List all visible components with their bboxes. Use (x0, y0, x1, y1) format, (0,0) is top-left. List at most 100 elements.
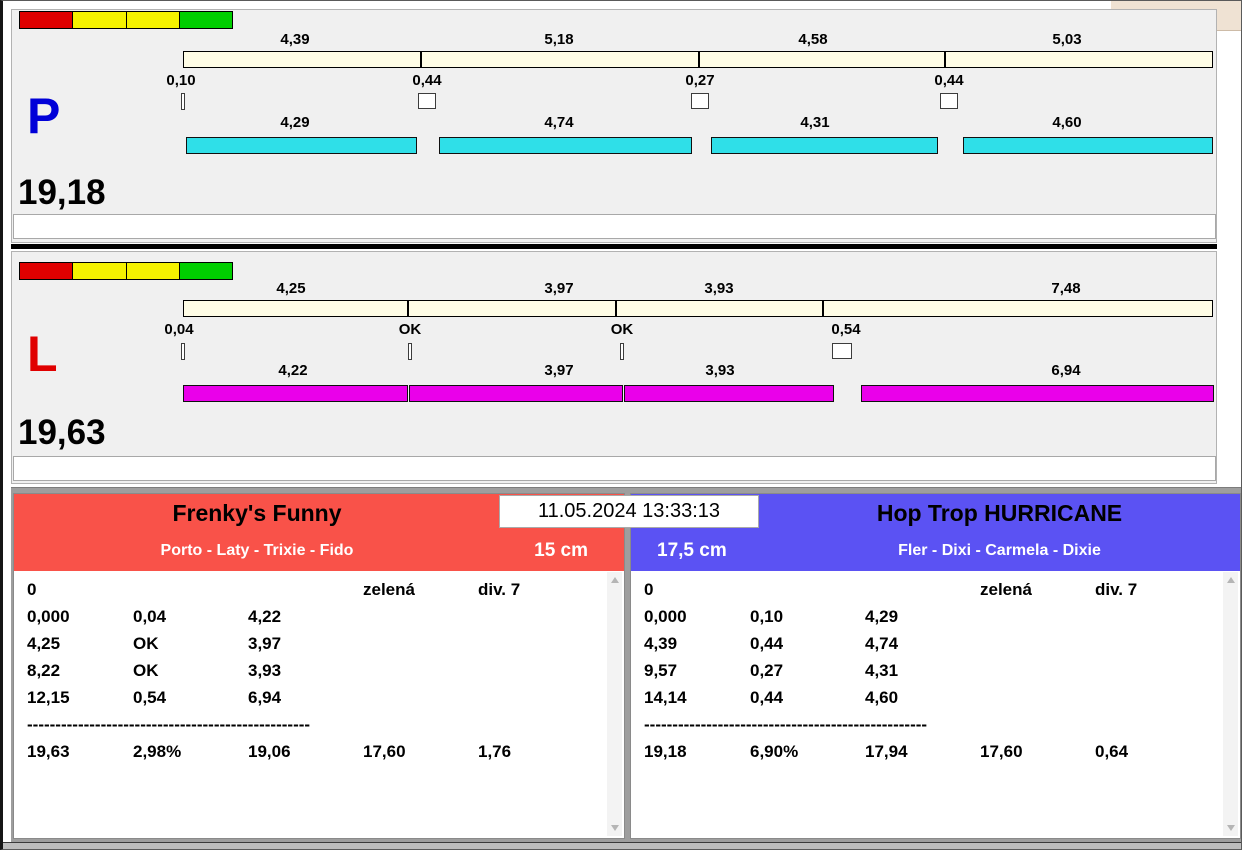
dog-time-label: 4,74 (544, 114, 574, 131)
team-left-name: Frenky's Funny (172, 500, 342, 526)
cell: 19,63 (27, 742, 70, 761)
team-right-panel: Hop Trop HURRICANE Fler - Dixi - Carmela… (630, 493, 1241, 839)
dog-time-bar (439, 137, 692, 154)
traffic-light-yellow-1 (73, 12, 127, 28)
fault-time-label: 0,27 (685, 72, 715, 89)
split-time-label: 7,48 (1051, 280, 1081, 297)
cell: 17,60 (363, 742, 406, 761)
cell (980, 688, 1095, 715)
traffic-light-green (179, 12, 232, 28)
split-time-label: 4,58 (798, 31, 828, 48)
scroll-down-button[interactable] (1223, 820, 1238, 836)
cell (248, 580, 363, 607)
team-left-scrollbar[interactable] (607, 572, 622, 836)
cell (1095, 607, 1219, 634)
result-row: 4,25 OK 3,97 (27, 634, 603, 661)
separator-line: ----------------------------------------… (644, 715, 928, 734)
scroll-up-button[interactable] (1223, 572, 1238, 588)
lane-p-letter: P (27, 88, 61, 144)
cell: OK (133, 661, 159, 680)
fault-time-label: 0,54 (831, 321, 861, 338)
traffic-light-yellow-2 (126, 263, 180, 279)
team-left-jump-height: 15 cm (534, 540, 588, 561)
result-row: 0,000 0,10 4,29 (644, 607, 1219, 634)
cell: 0,000 (27, 607, 70, 626)
lane-l-message-strip (13, 456, 1216, 481)
cell: 0,000 (644, 607, 687, 626)
team-left-panel: Frenky's Funny Porto - Laty - Trixie - F… (13, 493, 625, 839)
cell: 4,60 (865, 688, 899, 707)
team-right-scrollbar[interactable] (1223, 572, 1238, 836)
team-right-jump-height: 17,5 cm (657, 540, 727, 561)
dog-time-bar (861, 385, 1214, 402)
cell: 4,29 (865, 607, 899, 626)
fault-marker (408, 343, 412, 360)
cell: 0,44 (750, 688, 784, 707)
fault-box[interactable] (832, 343, 852, 359)
dog-time-label: 4,29 (280, 114, 310, 131)
dog-time-bar (409, 385, 623, 402)
cell: 4,22 (248, 607, 282, 626)
split-time-label: 3,93 (704, 280, 734, 297)
cell: 0,27 (750, 661, 784, 680)
cell (865, 580, 980, 607)
dog-time-label: 6,94 (1051, 362, 1081, 379)
fault-box[interactable] (418, 93, 436, 109)
cell (1095, 688, 1219, 715)
cell (363, 688, 478, 715)
cell (363, 634, 478, 661)
cell: 0,44 (750, 634, 784, 653)
result-row: 9,57 0,27 4,31 (644, 661, 1219, 688)
chevron-down-icon (1226, 825, 1235, 831)
chevron-down-icon (610, 825, 619, 831)
traffic-light-red (20, 263, 74, 279)
lane-p-total-time: 19,18 (18, 173, 106, 212)
cell (980, 607, 1095, 634)
fault-time-label: OK (398, 321, 422, 338)
cell: 3,97 (248, 634, 282, 653)
cell: 19,06 (248, 742, 291, 761)
totals-row: 19,63 2,98% 19,06 17,60 1,76 (27, 742, 603, 769)
cell: 4,31 (865, 661, 899, 680)
split-divider (822, 300, 824, 317)
cell (1095, 634, 1219, 661)
traffic-light-yellow-2 (126, 12, 180, 28)
cell (363, 661, 478, 688)
dog-time-bar (183, 385, 408, 402)
split-progress-bar (183, 51, 1213, 68)
cell: 9,57 (644, 661, 678, 680)
cell: div. 7 (1095, 580, 1138, 599)
fault-box[interactable] (940, 93, 958, 109)
split-time-label: 3,97 (544, 280, 574, 297)
cell: OK (133, 634, 159, 653)
cell: zelená (363, 580, 415, 599)
cell: 0,04 (133, 607, 167, 626)
cell (750, 580, 865, 607)
fault-time-label: 0,44 (412, 72, 442, 89)
split-time-label: 5,03 (1052, 31, 1082, 48)
dog-time-bar (963, 137, 1213, 154)
scroll-down-button[interactable] (607, 820, 622, 836)
cell: 0 (27, 580, 37, 599)
cell: 3,93 (248, 661, 282, 680)
scroll-up-button[interactable] (607, 572, 622, 588)
dog-time-bar (186, 137, 417, 154)
cell: 17,94 (865, 742, 908, 761)
fault-time-label: 0,10 (166, 72, 196, 89)
cell: 0,54 (133, 688, 167, 707)
timing-app-window: 4,39 5,18 4,58 5,03 0,10 0,44 0,27 0,44 … (0, 0, 1242, 850)
cell: 0,64 (1095, 742, 1129, 761)
traffic-light-bar (19, 11, 233, 29)
cell: 14,14 (644, 688, 687, 707)
traffic-light-red (20, 12, 74, 28)
split-time-label: 4,25 (276, 280, 306, 297)
cell: 19,18 (644, 742, 687, 761)
totals-row: 19,18 6,90% 17,94 17,60 0,64 (644, 742, 1219, 769)
fault-box[interactable] (691, 93, 709, 109)
fault-marker (181, 343, 185, 360)
result-row: 0 zelená div. 7 (644, 580, 1219, 607)
split-progress-bar (183, 300, 1213, 317)
bottom-status-bar (3, 842, 1241, 849)
chevron-up-icon (610, 577, 619, 583)
dog-time-label: 4,31 (800, 114, 830, 131)
